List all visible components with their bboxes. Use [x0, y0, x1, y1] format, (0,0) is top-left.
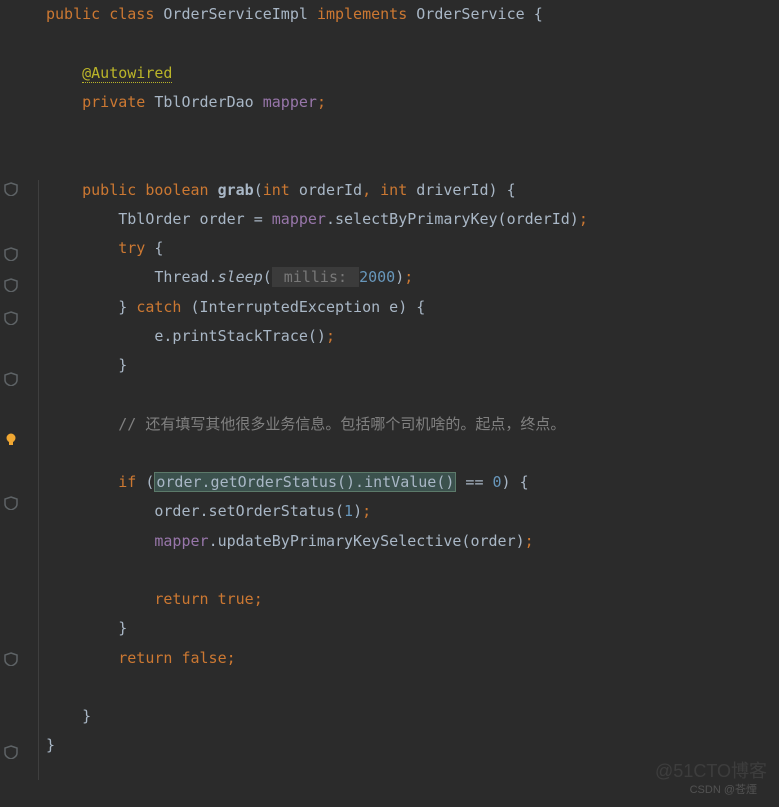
override-icon [4, 182, 18, 196]
override-icon [4, 247, 18, 261]
code-line: } [46, 351, 779, 380]
code-line: if (order.getOrderStatus().intValue() ==… [46, 468, 779, 497]
code-line: } [46, 614, 779, 643]
code-line: private TblOrderDao mapper; [46, 88, 779, 117]
code-line: Thread.sleep( millis: 2000); [46, 263, 779, 292]
code-line: TblOrder order = mapper.selectByPrimaryK… [46, 205, 779, 234]
code-line: } catch (InterruptedException e) { [46, 293, 779, 322]
override-icon [4, 652, 18, 666]
code-content[interactable]: public class OrderServiceImpl implements… [38, 0, 779, 807]
code-line: try { [46, 234, 779, 263]
watermark: CSDN @苍煙 [690, 780, 757, 801]
code-line [46, 439, 779, 468]
code-line: return true; [46, 585, 779, 614]
override-icon [4, 311, 18, 325]
code-line: mapper.updateByPrimaryKeySelective(order… [46, 527, 779, 556]
override-icon [4, 278, 18, 292]
code-line [46, 380, 779, 409]
code-line [46, 146, 779, 175]
override-icon [4, 496, 18, 510]
code-line [46, 29, 779, 58]
editor-gutter [0, 0, 38, 807]
code-line: e.printStackTrace(); [46, 322, 779, 351]
code-line: // 还有填写其他很多业务信息。包括哪个司机啥的。起点，终点。 [46, 410, 779, 439]
code-line: public boolean grab(int orderId, int dri… [46, 176, 779, 205]
code-line: order.setOrderStatus(1); [46, 497, 779, 526]
intention-bulb-icon[interactable] [4, 432, 18, 446]
code-editor[interactable]: public class OrderServiceImpl implements… [0, 0, 779, 807]
override-icon [4, 745, 18, 759]
code-line: public class OrderServiceImpl implements… [46, 0, 779, 29]
code-line [46, 556, 779, 585]
structure-guide [38, 180, 39, 780]
code-line: } [46, 702, 779, 731]
override-icon [4, 372, 18, 386]
code-line: @Autowired [46, 59, 779, 88]
code-line [46, 673, 779, 702]
code-line [46, 117, 779, 146]
code-line: return false; [46, 644, 779, 673]
